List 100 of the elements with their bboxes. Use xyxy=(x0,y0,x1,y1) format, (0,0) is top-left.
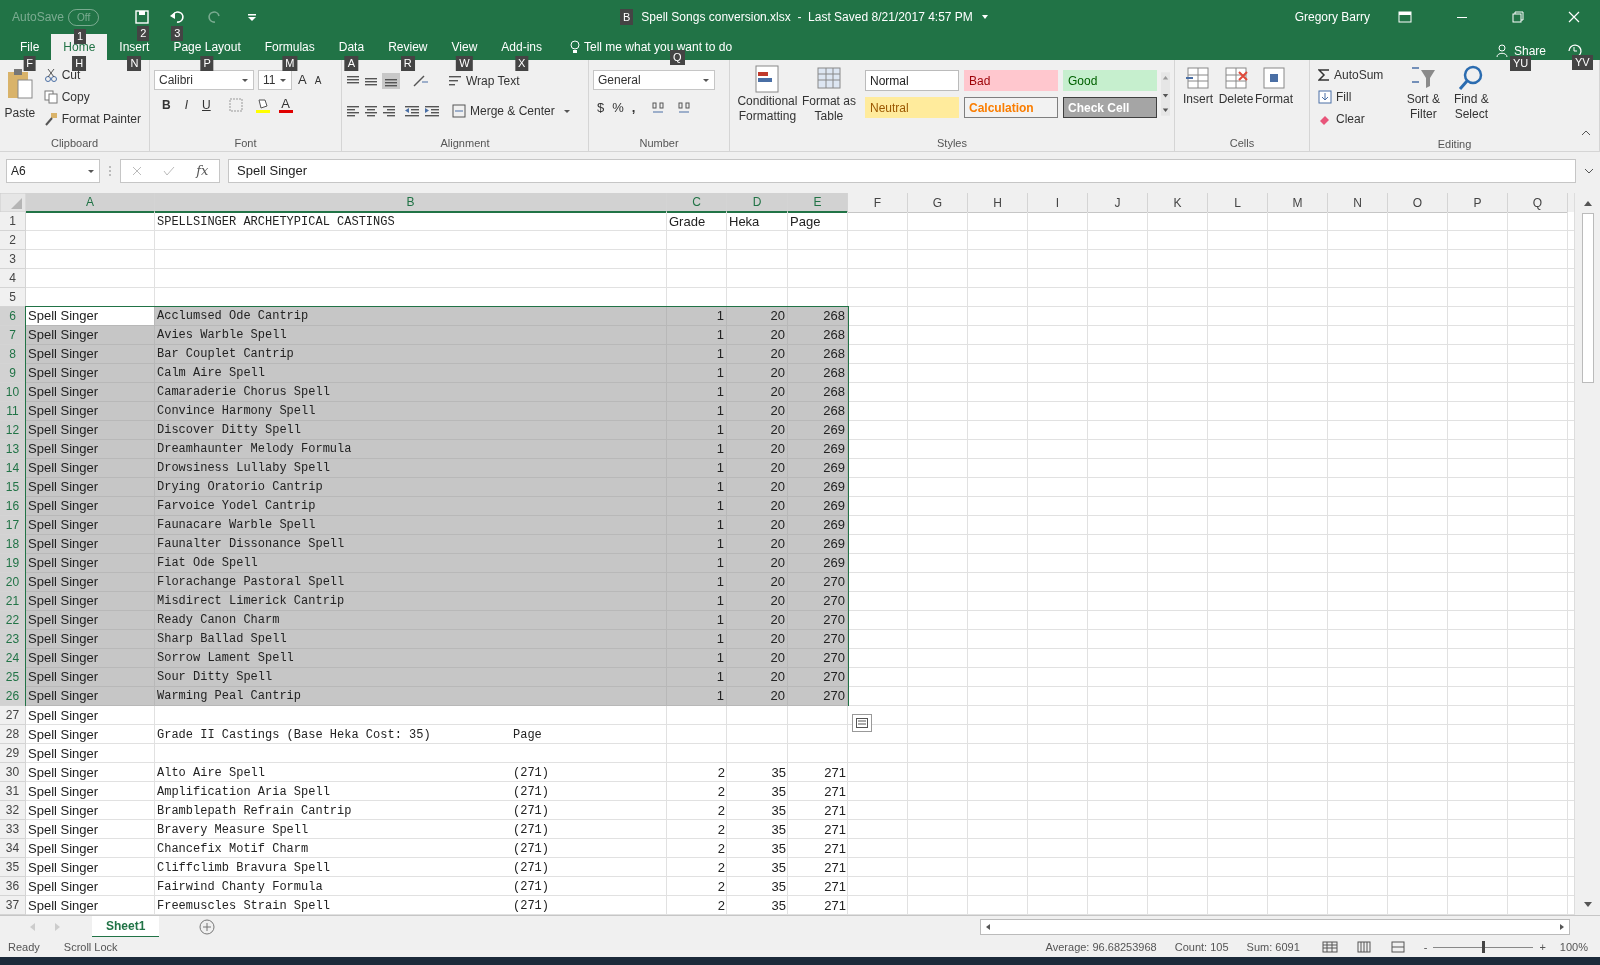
percent-button[interactable]: % xyxy=(612,98,624,118)
zoom-out-button[interactable]: - xyxy=(1423,938,1428,956)
quick-analysis-button[interactable] xyxy=(852,714,872,732)
row-header[interactable]: 5 xyxy=(0,288,26,307)
format-painter-button[interactable]: Format Painter xyxy=(39,108,145,130)
column-header[interactable]: Q xyxy=(1508,193,1568,213)
copy-button[interactable]: Copy xyxy=(39,86,145,108)
font-size-field[interactable]: 11 xyxy=(258,70,292,90)
column-header[interactable]: F xyxy=(848,193,908,213)
row-header[interactable]: 15 xyxy=(0,478,26,497)
restore-icon[interactable] xyxy=(1512,11,1524,23)
column-header[interactable]: B xyxy=(155,193,667,213)
row-header[interactable]: 10 xyxy=(0,383,26,402)
row-header[interactable]: 30 xyxy=(0,763,26,782)
row-header[interactable]: 24 xyxy=(0,649,26,668)
wrap-text-button[interactable]: Wrap Text xyxy=(444,70,524,92)
zoom-slider-thumb[interactable] xyxy=(1482,941,1486,953)
column-header[interactable]: O xyxy=(1388,193,1448,213)
conditional-formatting-button[interactable]: Conditional Formatting xyxy=(734,64,801,135)
scroll-up-icon[interactable] xyxy=(1582,199,1593,207)
caret-icon[interactable] xyxy=(980,14,989,20)
column-header[interactable]: P xyxy=(1448,193,1508,213)
row-header[interactable]: 23 xyxy=(0,630,26,649)
zoom-in-button[interactable]: + xyxy=(1539,938,1546,956)
italic-button[interactable]: I xyxy=(180,96,192,114)
insert-cells-button[interactable]: Insert xyxy=(1179,64,1217,135)
row-header[interactable]: 25 xyxy=(0,668,26,687)
column-header[interactable]: M xyxy=(1268,193,1328,213)
collapse-ribbon-icon[interactable] xyxy=(1581,130,1591,136)
cell-style[interactable]: Bad xyxy=(963,70,1058,91)
bold-button[interactable]: B xyxy=(158,96,175,114)
add-sheet-icon[interactable] xyxy=(199,918,216,935)
fill-button[interactable]: Fill xyxy=(1314,86,1388,108)
align-center-icon[interactable] xyxy=(364,105,378,117)
column-header[interactable]: K xyxy=(1148,193,1208,213)
delete-cells-button[interactable]: Delete xyxy=(1217,64,1255,135)
format-cells-button[interactable]: Format xyxy=(1255,64,1293,135)
gallery-scroll-icon[interactable] xyxy=(1160,70,1170,118)
name-box[interactable]: A6 xyxy=(6,159,100,183)
sheet-tab[interactable]: Sheet1 xyxy=(92,915,160,938)
font-color-button[interactable]: A xyxy=(278,97,293,113)
row-header[interactable]: 14 xyxy=(0,459,26,478)
row-header[interactable]: 37 xyxy=(0,896,26,915)
row-header[interactable]: 21 xyxy=(0,592,26,611)
row-header[interactable]: 6 xyxy=(0,307,26,326)
row-header[interactable]: 19 xyxy=(0,554,26,573)
row-header[interactable]: 8 xyxy=(0,345,26,364)
row-header[interactable]: 2 xyxy=(0,231,26,250)
ribbon-display-icon[interactable] xyxy=(1398,11,1412,23)
increase-indent-icon[interactable] xyxy=(424,105,440,117)
row-header[interactable]: 13 xyxy=(0,440,26,459)
row-header[interactable]: 3 xyxy=(0,250,26,269)
column-header[interactable]: H xyxy=(968,193,1028,213)
row-header[interactable]: 33 xyxy=(0,820,26,839)
column-header[interactable]: J xyxy=(1088,193,1148,213)
align-left-icon[interactable] xyxy=(346,105,360,117)
find-select-button[interactable]: Find & Select xyxy=(1447,64,1496,136)
decrease-indent-icon[interactable] xyxy=(404,105,420,117)
row-header[interactable]: 9 xyxy=(0,364,26,383)
align-right-icon[interactable] xyxy=(382,105,396,117)
column-header[interactable]: A xyxy=(26,193,155,213)
align-bottom-icon[interactable] xyxy=(382,73,400,89)
row-header[interactable]: 26 xyxy=(0,687,26,706)
row-header[interactable]: 31 xyxy=(0,782,26,801)
normal-view-icon[interactable] xyxy=(1321,941,1338,953)
row-header[interactable]: 4 xyxy=(0,269,26,288)
row-header[interactable]: 36 xyxy=(0,877,26,896)
row-header[interactable]: 35 xyxy=(0,858,26,877)
zoom-level[interactable]: 100% xyxy=(1559,938,1588,956)
insert-function-button[interactable]: fx xyxy=(196,161,209,181)
underline-button[interactable]: U xyxy=(198,96,215,114)
expand-icon[interactable] xyxy=(1584,168,1594,174)
cell-style[interactable]: Normal xyxy=(864,70,959,91)
font-name-field[interactable]: Calibri xyxy=(154,70,254,90)
column-header[interactable]: E xyxy=(788,193,848,213)
number-format-field[interactable]: General xyxy=(593,70,715,90)
row-header[interactable]: 20 xyxy=(0,573,26,592)
scroll-thumb[interactable] xyxy=(1581,213,1594,383)
format-as-table-button[interactable]: Format as Table xyxy=(800,64,857,135)
column-header[interactable]: G xyxy=(908,193,968,213)
save-icon[interactable] xyxy=(135,10,150,24)
column-header[interactable]: L xyxy=(1208,193,1268,213)
row-header[interactable]: 11 xyxy=(0,402,26,421)
row-header[interactable]: 28 xyxy=(0,725,26,744)
customize-icon[interactable] xyxy=(247,12,258,22)
align-middle-icon[interactable] xyxy=(364,75,378,87)
row-header[interactable]: 17 xyxy=(0,516,26,535)
row-header[interactable]: 34 xyxy=(0,839,26,858)
close-icon[interactable] xyxy=(1568,11,1580,23)
currency-button[interactable]: $ xyxy=(597,98,605,118)
autosum-button[interactable]: AutoSum xyxy=(1314,64,1388,86)
fill-color-icon[interactable] xyxy=(254,97,273,113)
column-header[interactable]: I xyxy=(1028,193,1088,213)
clear-button[interactable]: Clear xyxy=(1314,108,1388,130)
formula-field[interactable]: Spell Singer xyxy=(228,159,1576,183)
cell-style[interactable]: Good xyxy=(1062,70,1157,91)
cell-style[interactable]: Neutral xyxy=(864,97,959,118)
scroll-left-icon[interactable] xyxy=(985,922,991,931)
grow-font-button[interactable]: A xyxy=(296,70,309,90)
row-header[interactable]: 29 xyxy=(0,744,26,763)
